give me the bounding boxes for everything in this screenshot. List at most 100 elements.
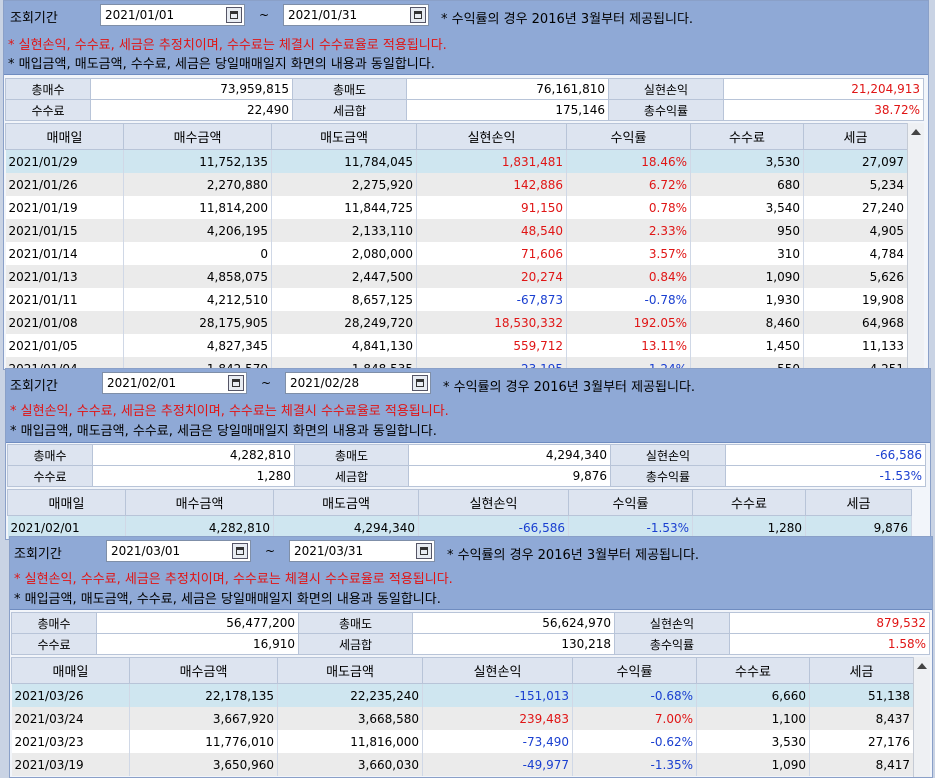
col-header-realized-pnl[interactable]: 실현손익 (418, 489, 569, 516)
col-header-return-rate[interactable]: 수익률 (572, 657, 697, 684)
table-row[interactable]: 2021/01/26 2,270,880 2,275,920 142,886 6.72%… (5, 173, 908, 196)
total-buy-label: 총매수 (11, 612, 97, 634)
notice-return-rate: * 수익률의 경우 2016년 3월부터 제공됩니다. (443, 380, 696, 395)
col-header-realized-pnl[interactable]: 실현손익 (422, 657, 573, 684)
cell-buy-amount: 28,175,905 (123, 311, 272, 334)
cell-sell-amount: 2,447,500 (271, 265, 417, 288)
col-header-realized-pnl[interactable]: 실현손익 (416, 123, 567, 150)
cell-fee: 1,450 (690, 334, 804, 357)
cell-fee: 1,090 (690, 265, 804, 288)
trade-grid[interactable]: 매매일 매수금액 매도금액 실현손익 수익률 수수료 세금 2021/03/26 22,178… (11, 657, 914, 776)
total-sell-label: 총매도 (294, 444, 409, 466)
cell-trade-date: 2021/03/19 (11, 753, 130, 776)
calendar-icon[interactable] (416, 543, 432, 559)
cell-realized-pnl: -73,490 (422, 730, 573, 753)
col-header-sell-amount[interactable]: 매도금액 (273, 489, 419, 516)
table-row[interactable]: 2021/03/19 3,650,960 3,660,030 -49,977 -1.35… (11, 753, 914, 776)
vertical-scrollbar[interactable] (913, 657, 930, 777)
col-header-fee[interactable]: 수수료 (696, 657, 810, 684)
trade-panel-february: 조회기간 2021/02/01 ~ 2021/02/28 * 수익률의 경우 2… (5, 368, 931, 540)
col-header-tax[interactable]: 세금 (803, 123, 908, 150)
col-header-buy-amount[interactable]: 매수금액 (125, 489, 274, 516)
realized-value: 879,532 (729, 612, 930, 634)
col-header-buy-amount[interactable]: 매수금액 (123, 123, 272, 150)
fee-label: 수수료 (11, 633, 97, 655)
cell-buy-amount: 4,827,345 (123, 334, 272, 357)
cell-realized-pnl: 20,274 (416, 265, 567, 288)
col-header-tax[interactable]: 세금 (805, 489, 912, 516)
col-header-return-rate[interactable]: 수익률 (566, 123, 691, 150)
cell-trade-date: 2021/01/26 (5, 173, 124, 196)
tax-sum-label: 세금합 (298, 633, 413, 655)
table-row[interactable]: 2021/03/23 11,776,010 11,816,000 -73,490 -0.… (11, 730, 914, 753)
fee-value: 22,490 (90, 99, 293, 121)
cell-return-rate: -0.68% (572, 683, 697, 707)
cell-realized-pnl: 1,831,481 (416, 149, 567, 173)
realized-label: 실현손익 (608, 78, 724, 100)
total-sell-value: 56,624,970 (412, 612, 615, 634)
trade-grid[interactable]: 매매일 매수금액 매도금액 실현손익 수익률 수수료 세금 2021/02/01 4,282,… (7, 489, 912, 539)
calendar-icon[interactable] (410, 7, 426, 23)
cell-realized-pnl: 18,530,332 (416, 311, 567, 334)
cell-return-rate: 18.46% (566, 149, 691, 173)
cell-realized-pnl: 48,540 (416, 219, 567, 242)
scroll-up-icon[interactable] (917, 663, 927, 669)
cell-tax: 5,626 (803, 265, 908, 288)
col-header-sell-amount[interactable]: 매도금액 (271, 123, 417, 150)
col-header-fee[interactable]: 수수료 (690, 123, 804, 150)
table-row[interactable]: 2021/01/29 11,752,135 11,784,045 1,831,481 1… (5, 149, 908, 173)
cell-return-rate: 13.11% (566, 334, 691, 357)
realized-label: 실현손익 (614, 612, 730, 634)
col-header-tax[interactable]: 세금 (809, 657, 914, 684)
calendar-icon[interactable] (226, 7, 242, 23)
table-row[interactable]: 2021/03/24 3,667,920 3,668,580 239,483 7.00%… (11, 707, 914, 730)
total-return-label: 총수익률 (608, 99, 724, 121)
notice-return-rate: * 수익률의 경우 2016년 3월부터 제공됩니다. (447, 548, 700, 563)
cell-realized-pnl: -49,977 (422, 753, 573, 776)
tax-sum-label: 세금합 (292, 99, 407, 121)
total-sell-label: 총매도 (298, 612, 413, 634)
end-date-input[interactable]: 2021/02/28 (285, 372, 431, 394)
start-date-input[interactable]: 2021/03/01 (106, 540, 251, 562)
calendar-icon[interactable] (232, 543, 248, 559)
col-header-buy-amount[interactable]: 매수금액 (129, 657, 278, 684)
cell-sell-amount: 2,275,920 (271, 173, 417, 196)
col-header-trade-date[interactable]: 매매일 (11, 657, 130, 684)
col-header-trade-date[interactable]: 매매일 (7, 489, 126, 516)
cell-buy-amount: 4,212,510 (123, 288, 272, 311)
start-date-input[interactable]: 2021/02/01 (102, 372, 247, 394)
col-header-sell-amount[interactable]: 매도금액 (277, 657, 423, 684)
cell-fee: 1,100 (696, 707, 810, 730)
vertical-scrollbar[interactable] (907, 123, 924, 369)
trade-grid[interactable]: 매매일 매수금액 매도금액 실현손익 수익률 수수료 세금 2021/01/29 11,752… (5, 123, 908, 369)
col-header-fee[interactable]: 수수료 (692, 489, 806, 516)
table-row[interactable]: 2021/01/15 4,206,195 2,133,110 48,540 2.33% 9… (5, 219, 908, 242)
cell-buy-amount: 11,776,010 (129, 730, 278, 753)
calendar-icon[interactable] (228, 375, 244, 391)
col-header-return-rate[interactable]: 수익률 (568, 489, 693, 516)
notice-estimate: * 실현손익, 수수료, 세금은 추정치이며, 수수료는 체결시 수수료율로 적… (8, 38, 447, 53)
scroll-up-icon[interactable] (911, 129, 921, 135)
total-sell-label: 총매도 (292, 78, 407, 100)
end-date-input[interactable]: 2021/03/31 (289, 540, 435, 562)
cell-tax: 27,176 (809, 730, 914, 753)
table-row[interactable]: 2021/01/11 4,212,510 8,657,125 -67,873 -0.78… (5, 288, 908, 311)
total-sell-value: 4,294,340 (408, 444, 611, 466)
cell-tax: 5,234 (803, 173, 908, 196)
cell-sell-amount: 4,841,130 (271, 334, 417, 357)
table-row[interactable]: 2021/01/14 0 2,080,000 71,606 3.57% 310 4,784 (5, 242, 908, 265)
cell-realized-pnl: -67,873 (416, 288, 567, 311)
table-row[interactable]: 2021/01/13 4,858,075 2,447,500 20,274 0.84% 1… (5, 265, 908, 288)
col-header-trade-date[interactable]: 매매일 (5, 123, 124, 150)
calendar-icon[interactable] (412, 375, 428, 391)
start-date-input[interactable]: 2021/01/01 (100, 4, 245, 26)
fee-value: 1,280 (92, 465, 295, 487)
table-row[interactable]: 2021/01/19 11,814,200 11,844,725 91,150 0.78… (5, 196, 908, 219)
tax-sum-value: 130,218 (412, 633, 615, 655)
cell-fee: 1,090 (696, 753, 810, 776)
end-date-input[interactable]: 2021/01/31 (283, 4, 429, 26)
cell-fee: 1,930 (690, 288, 804, 311)
table-row[interactable]: 2021/01/05 4,827,345 4,841,130 559,712 13.11… (5, 334, 908, 357)
table-row[interactable]: 2021/03/26 22,178,135 22,235,240 -151,013 -0… (11, 683, 914, 707)
table-row[interactable]: 2021/01/08 28,175,905 28,249,720 18,530,332… (5, 311, 908, 334)
